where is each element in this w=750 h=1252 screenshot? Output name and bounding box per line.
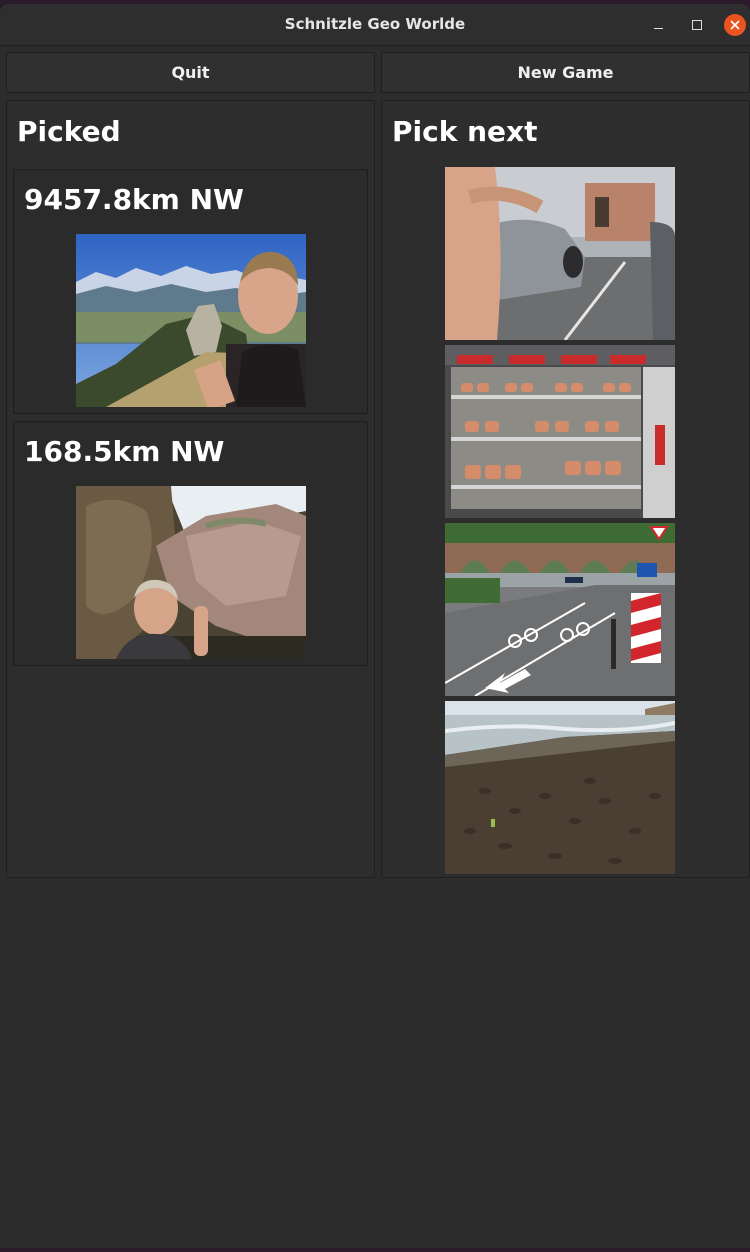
minimize-icon[interactable]	[647, 14, 669, 36]
picked-heading: Picked	[17, 115, 121, 148]
close-icon[interactable]	[724, 14, 746, 36]
picked-card: 9457.8km NW	[13, 169, 368, 414]
app-window: Schnitzle Geo Worlde Quit New Game Picke…	[0, 4, 750, 1248]
guess-distance: 168.5km NW	[24, 435, 225, 468]
new-game-button[interactable]: New Game	[381, 52, 750, 93]
picked-panel: Picked 9457.8km NW 168.5km NW	[6, 100, 375, 878]
bakery-display-case-photo[interactable]	[445, 345, 675, 518]
car-parking-lot-photo[interactable]	[445, 167, 675, 340]
guess-distance: 9457.8km NW	[24, 183, 244, 216]
alpine-selfie-photo	[76, 234, 306, 407]
dark-sand-beach-photo[interactable]	[445, 701, 675, 874]
pick-next-panel: Pick next	[381, 100, 750, 878]
boulder-selfie-photo	[76, 486, 306, 659]
maximize-icon[interactable]	[686, 14, 708, 36]
title-bar[interactable]: Schnitzle Geo Worlde	[0, 4, 750, 46]
bridge-bike-lane-photo[interactable]	[445, 523, 675, 696]
pick-next-heading: Pick next	[392, 115, 538, 148]
picked-card: 168.5km NW	[13, 421, 368, 666]
window-title: Schnitzle Geo Worlde	[284, 15, 466, 33]
quit-button[interactable]: Quit	[6, 52, 375, 93]
